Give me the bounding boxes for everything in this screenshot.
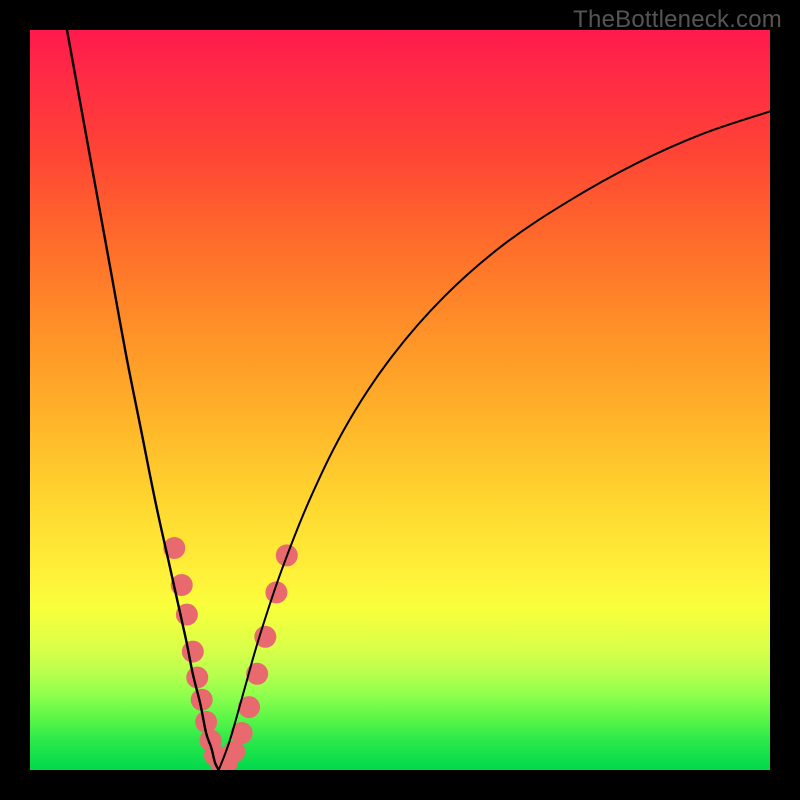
curve-layer <box>30 30 770 770</box>
plot-area <box>30 30 770 770</box>
chart-frame: TheBottleneck.com <box>0 0 800 800</box>
right-branch-curve <box>219 111 770 770</box>
sample-dot <box>182 641 204 663</box>
sample-dot <box>186 667 208 689</box>
